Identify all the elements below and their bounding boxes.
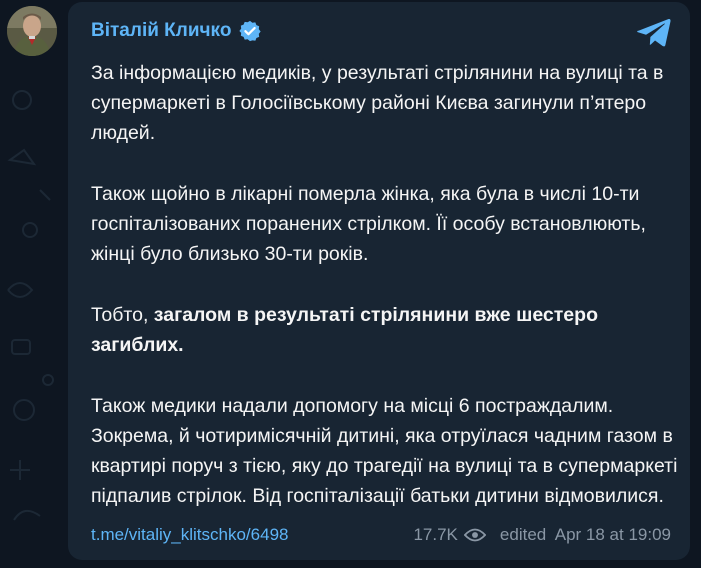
telegram-logo-icon[interactable] <box>635 13 673 51</box>
view-count: 17.7K <box>413 525 458 544</box>
edited-timestamp: edited Apr 18 at 19:09 <box>499 525 671 544</box>
verified-badge-icon <box>239 20 262 42</box>
paragraph-3-prefix: Тобто, <box>91 304 154 326</box>
avatar-portrait <box>7 6 57 56</box>
channel-name-text[interactable]: Віталій Кличко <box>91 20 231 42</box>
message-paragraph-4: Також медики надали допомогу на місці 6 … <box>91 395 678 507</box>
channel-avatar[interactable] <box>7 6 57 56</box>
message-paragraph-3: Тобто, загалом в результаті стрілянини в… <box>91 300 681 360</box>
paragraph-3-bold: загалом в результаті стрілянини вже шест… <box>91 304 598 356</box>
view-counter: 17.7K <box>413 525 486 545</box>
message-paragraph-1: За інформацією медиків, у результаті стр… <box>91 62 664 144</box>
post-link[interactable]: t.me/vitaliy_klitschko/6498 <box>91 525 288 545</box>
channel-name[interactable]: Віталій Кличко <box>91 20 262 42</box>
message-paragraph-2: Також щойно в лікарні померла жінка, яка… <box>91 183 646 265</box>
message-text: За інформацією медиків, у результаті стр… <box>91 58 681 511</box>
message-footer: t.me/vitaliy_klitschko/6498 17.7K edited… <box>91 523 671 547</box>
eye-icon <box>463 528 486 542</box>
